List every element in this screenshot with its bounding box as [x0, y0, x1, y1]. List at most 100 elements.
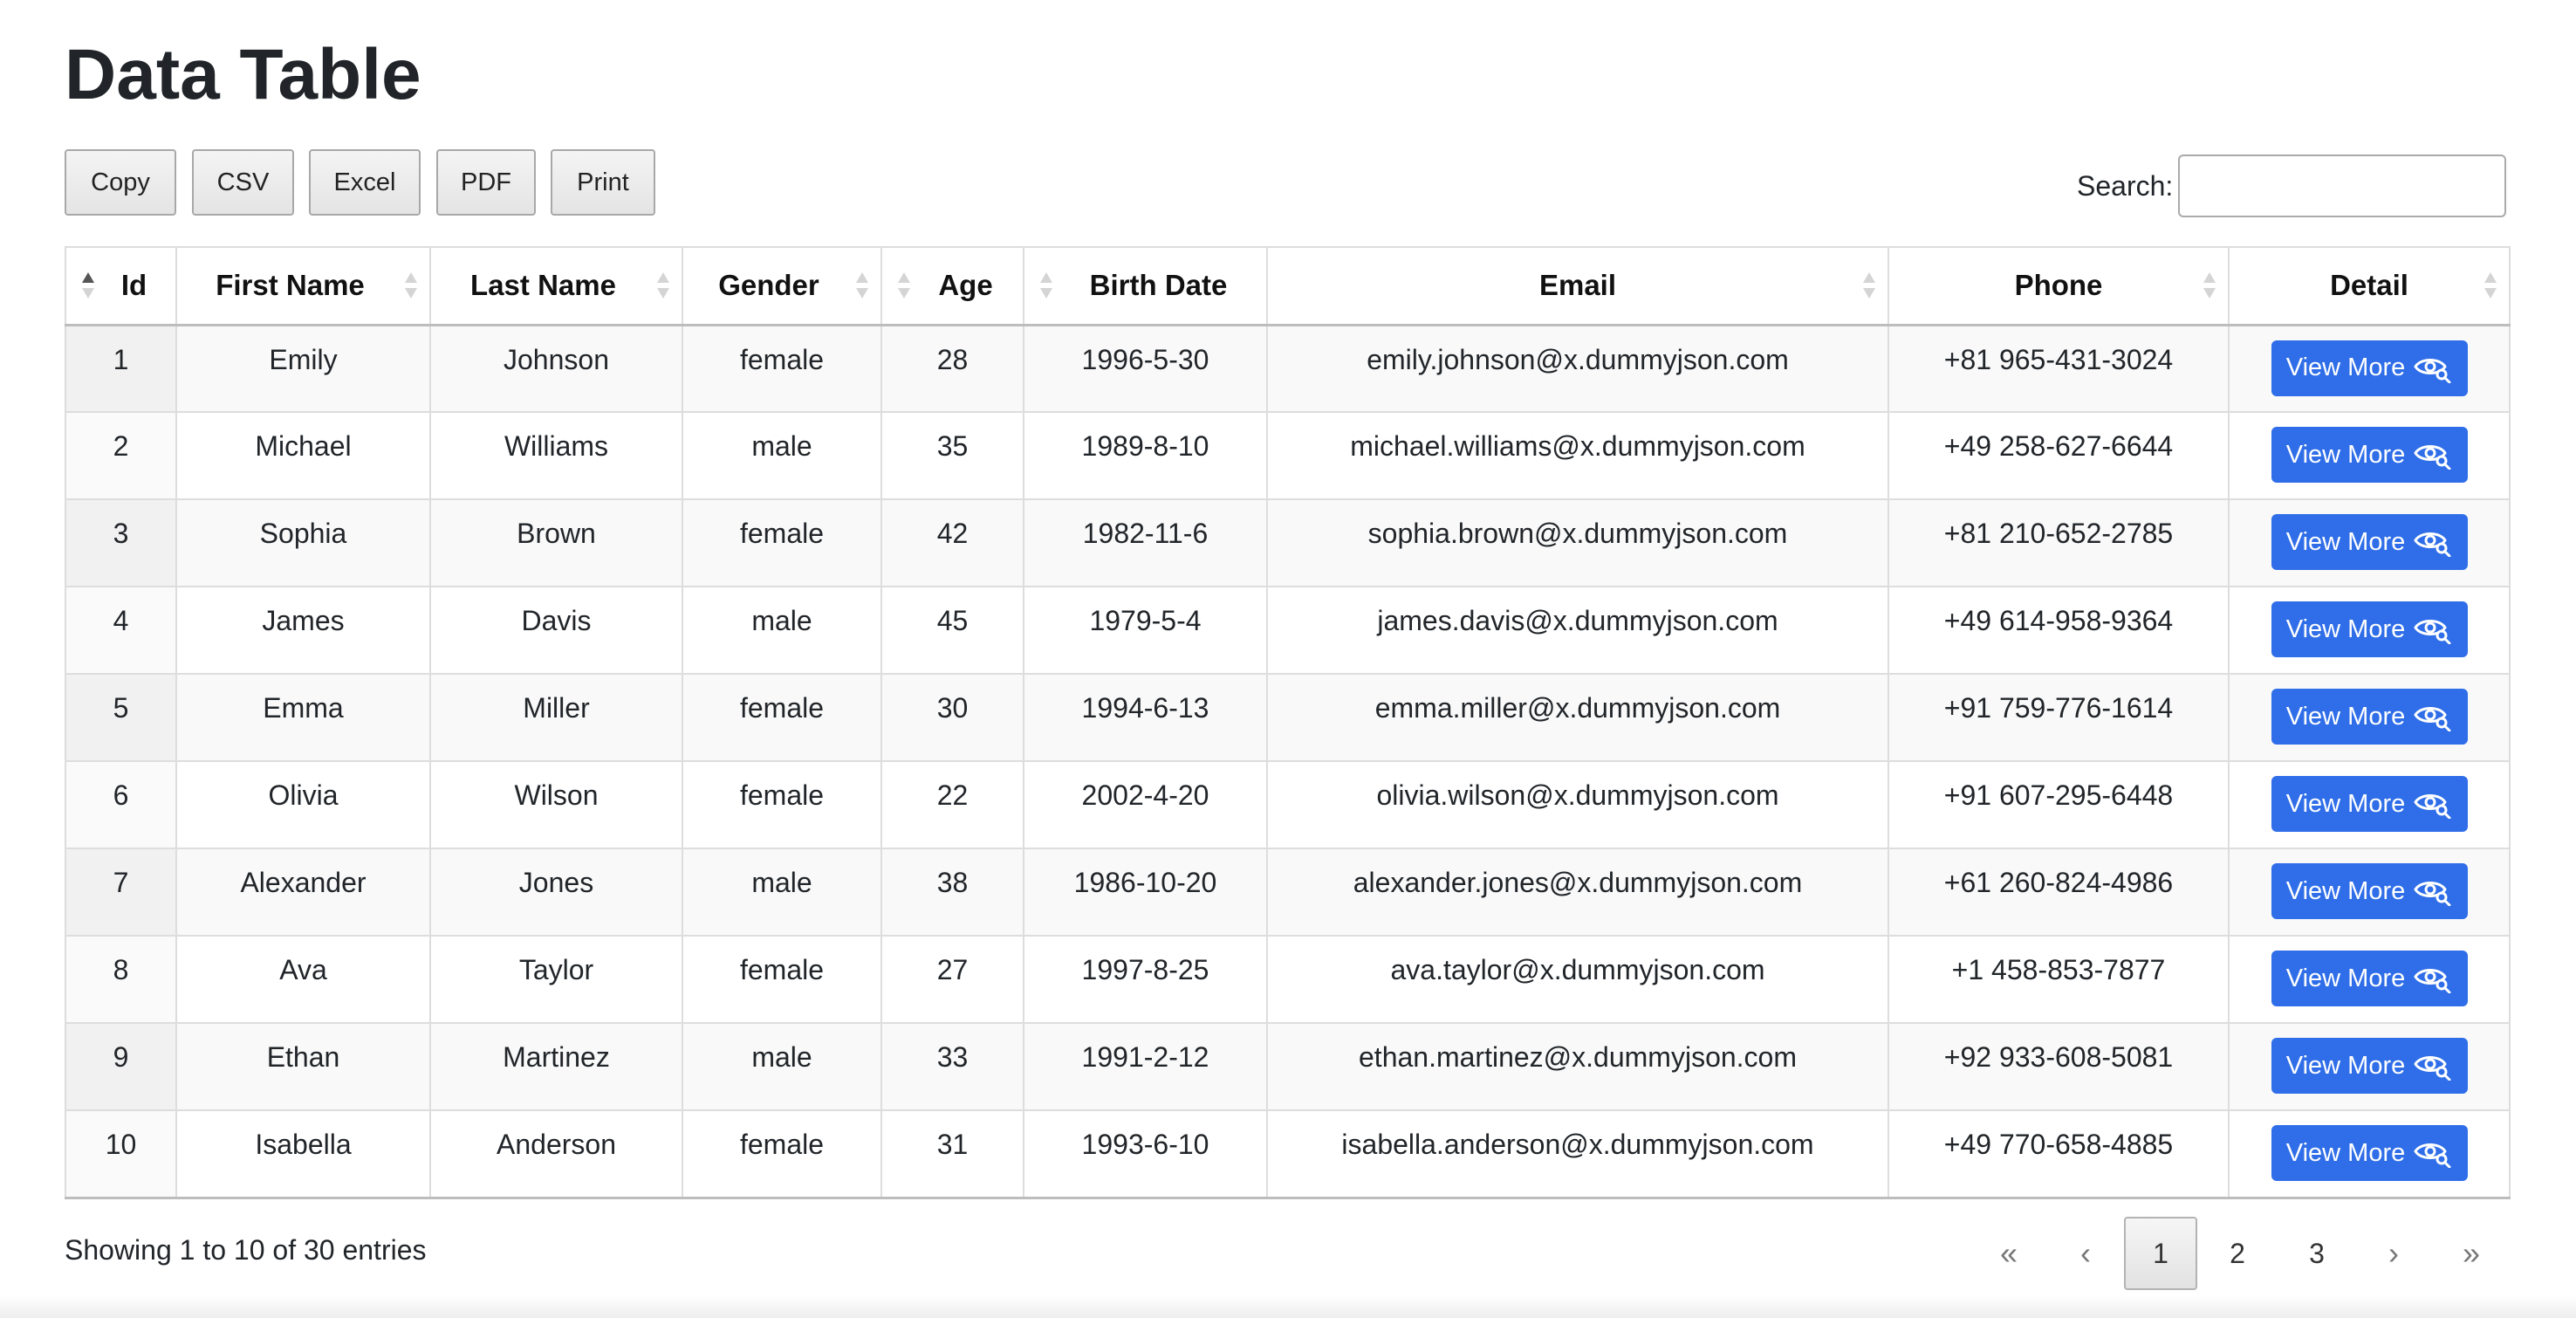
cell-phone: +49 258-627-6644 — [1887, 411, 2230, 500]
data-table: Id First Name Last Name Gender Age Birth… — [65, 246, 2511, 1199]
cell-last-name: Brown — [429, 498, 683, 587]
sort-icon — [898, 271, 910, 300]
cell-detail: View More — [2228, 848, 2511, 937]
page-button-3[interactable]: 3 — [2280, 1217, 2353, 1290]
excel-button[interactable]: Excel — [309, 149, 421, 216]
print-button[interactable]: Print — [551, 149, 655, 216]
sort-icon — [1040, 271, 1052, 300]
cell-age: 42 — [880, 498, 1024, 587]
table-body: 1 Emily Johnson female 28 1996-5-30 emil… — [65, 324, 2511, 1199]
eye-search-icon — [2414, 882, 2451, 906]
csv-button[interactable]: CSV — [192, 149, 294, 216]
cell-first-name: Ethan — [175, 1022, 431, 1111]
eye-search-icon — [2414, 445, 2451, 470]
column-header-birth-date[interactable]: Birth Date — [1023, 246, 1268, 326]
cell-email: olivia.wilson@x.dummyjson.com — [1266, 760, 1889, 849]
cell-last-name: Wilson — [429, 760, 683, 849]
page-button-1[interactable]: 1 — [2124, 1217, 2197, 1290]
view-more-label: View More — [2285, 964, 2406, 992]
view-more-button[interactable]: View More — [2271, 776, 2468, 832]
previous-page-button[interactable]: ‹ — [2049, 1217, 2122, 1290]
cell-id: 5 — [65, 673, 177, 762]
cell-first-name: Ava — [175, 935, 431, 1024]
cell-birth-date: 1993-6-10 — [1023, 1109, 1268, 1199]
cell-gender: male — [682, 586, 882, 675]
cell-phone: +92 933-608-5081 — [1887, 1022, 2230, 1111]
cell-id: 6 — [65, 760, 177, 849]
column-header-phone[interactable]: Phone — [1887, 246, 2230, 326]
table-header-row: Id First Name Last Name Gender Age Birth… — [65, 246, 2511, 326]
cell-gender: female — [682, 1109, 882, 1199]
column-header-id[interactable]: Id — [65, 246, 177, 326]
cell-detail: View More — [2228, 1022, 2511, 1111]
cell-phone: +91 759-776-1614 — [1887, 673, 2230, 762]
cell-gender: female — [682, 935, 882, 1024]
search-input[interactable] — [2178, 154, 2507, 217]
bottom-shadow — [0, 1295, 2576, 1318]
view-more-button[interactable]: View More — [2271, 601, 2468, 657]
column-header-email[interactable]: Email — [1266, 246, 1889, 326]
view-more-label: View More — [2285, 876, 2406, 905]
copy-button[interactable]: Copy — [65, 149, 176, 216]
cell-gender: male — [682, 411, 882, 500]
cell-email: isabella.anderson@x.dummyjson.com — [1266, 1109, 1889, 1199]
cell-id: 4 — [65, 586, 177, 675]
last-page-button[interactable]: » — [2435, 1217, 2508, 1290]
page-button-2[interactable]: 2 — [2201, 1217, 2274, 1290]
cell-birth-date: 1996-5-30 — [1023, 324, 1268, 413]
cell-id: 2 — [65, 411, 177, 500]
view-more-button[interactable]: View More — [2271, 1038, 2468, 1094]
cell-age: 22 — [880, 760, 1024, 849]
cell-birth-date: 1986-10-20 — [1023, 848, 1268, 937]
cell-email: michael.williams@x.dummyjson.com — [1266, 411, 1889, 500]
view-more-label: View More — [2285, 1138, 2406, 1167]
column-header-age[interactable]: Age — [880, 246, 1024, 326]
cell-phone: +61 260-824-4986 — [1887, 848, 2230, 937]
table-row: 4 James Davis male 45 1979-5-4 james.dav… — [65, 586, 2511, 675]
cell-first-name: James — [175, 586, 431, 675]
cell-gender: female — [682, 760, 882, 849]
cell-gender: male — [682, 848, 882, 937]
column-header-first-name[interactable]: First Name — [175, 246, 431, 326]
sort-icon — [657, 271, 669, 300]
cell-email: emily.johnson@x.dummyjson.com — [1266, 324, 1889, 413]
table-row: 10 Isabella Anderson female 31 1993-6-10… — [65, 1109, 2511, 1199]
table-row: 1 Emily Johnson female 28 1996-5-30 emil… — [65, 324, 2511, 413]
view-more-button[interactable]: View More — [2271, 427, 2468, 483]
view-more-button[interactable]: View More — [2271, 951, 2468, 1006]
eye-search-icon — [2414, 1056, 2451, 1081]
next-page-button[interactable]: › — [2357, 1217, 2430, 1290]
table-row: 3 Sophia Brown female 42 1982-11-6 sophi… — [65, 498, 2511, 587]
view-more-button[interactable]: View More — [2271, 340, 2468, 396]
cell-age: 33 — [880, 1022, 1024, 1111]
view-more-button[interactable]: View More — [2271, 863, 2468, 919]
view-more-button[interactable]: View More — [2271, 1125, 2468, 1181]
cell-detail: View More — [2228, 760, 2511, 849]
page-title: Data Table — [65, 35, 421, 114]
cell-detail: View More — [2228, 586, 2511, 675]
cell-last-name: Miller — [429, 673, 683, 762]
column-header-gender[interactable]: Gender — [682, 246, 882, 326]
cell-last-name: Anderson — [429, 1109, 683, 1199]
cell-gender: female — [682, 498, 882, 587]
column-header-last-name[interactable]: Last Name — [429, 246, 683, 326]
table-row: 5 Emma Miller female 30 1994-6-13 emma.m… — [65, 673, 2511, 762]
column-header-detail[interactable]: Detail — [2228, 246, 2511, 326]
pdf-button[interactable]: PDF — [436, 149, 536, 216]
view-more-label: View More — [2285, 702, 2406, 731]
cell-last-name: Williams — [429, 411, 683, 500]
cell-detail: View More — [2228, 935, 2511, 1024]
sort-icon — [405, 271, 417, 300]
cell-age: 45 — [880, 586, 1024, 675]
cell-id: 7 — [65, 848, 177, 937]
cell-email: james.davis@x.dummyjson.com — [1266, 586, 1889, 675]
sort-ascending-icon — [82, 271, 94, 300]
cell-id: 8 — [65, 935, 177, 1024]
first-page-button[interactable]: « — [1972, 1217, 2045, 1290]
cell-birth-date: 2002-4-20 — [1023, 760, 1268, 849]
view-more-button[interactable]: View More — [2271, 689, 2468, 745]
table-row: 9 Ethan Martinez male 33 1991-2-12 ethan… — [65, 1022, 2511, 1111]
eye-search-icon — [2414, 969, 2451, 993]
view-more-button[interactable]: View More — [2271, 514, 2468, 570]
view-more-label: View More — [2285, 354, 2406, 381]
